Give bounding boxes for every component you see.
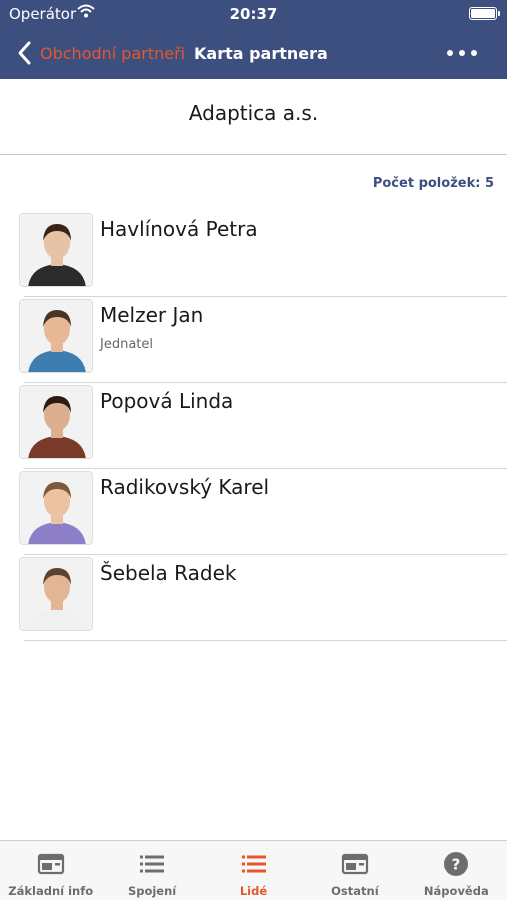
tab-5[interactable]: ? Nápověda xyxy=(406,841,507,900)
svg-text:?: ? xyxy=(452,856,461,874)
avatar xyxy=(19,385,93,459)
list-item[interactable]: Melzer Jan Jednatel xyxy=(0,297,507,383)
navigation-header: Operátor 20:37 Obchodní partneři Karta p… xyxy=(0,0,507,79)
card-icon xyxy=(37,853,65,875)
tab-bar: Základní info Spojení Lidé Ostatní? Nápověda xyxy=(0,840,507,900)
person-name: Havlínová Petra xyxy=(100,217,258,241)
avatar xyxy=(19,299,93,373)
person-role: Jednatel xyxy=(100,337,153,352)
tab-1[interactable]: Základní info xyxy=(0,841,101,900)
list-icon xyxy=(138,853,166,875)
list-item[interactable]: Popová Linda xyxy=(0,383,507,469)
company-name: Adaptica a.s. xyxy=(188,101,319,125)
battery-icon xyxy=(469,7,500,20)
avatar xyxy=(19,557,93,631)
people-list: Havlínová Petra Melzer Jan Jednatel Popová … xyxy=(0,211,507,641)
person-name: Šebela Radek xyxy=(100,561,237,585)
person-name: Melzer Jan xyxy=(100,303,204,327)
nav-bar: Obchodní partneři Karta partnera xyxy=(0,30,507,76)
tab-2[interactable]: Spojení xyxy=(101,841,202,900)
list-icon xyxy=(240,853,268,875)
list-item[interactable]: Radikovský Karel xyxy=(0,469,507,555)
tab-label: Lidé xyxy=(239,884,268,898)
status-bar: Operátor 20:37 xyxy=(0,0,507,28)
item-count: Počet položek: 5 xyxy=(372,176,494,191)
chevron-left-icon xyxy=(18,41,31,65)
tab-3[interactable]: Lidé xyxy=(203,841,304,900)
tab-label: Spojení xyxy=(127,884,177,898)
page-title: Karta partnera xyxy=(194,44,328,63)
more-options-icon[interactable] xyxy=(447,44,477,62)
divider xyxy=(24,640,507,641)
company-header: Adaptica a.s. xyxy=(0,79,507,155)
help-icon: ? xyxy=(442,852,470,876)
tab-label: Nápověda xyxy=(423,884,489,898)
avatar xyxy=(19,471,93,545)
list-item[interactable]: Šebela Radek xyxy=(0,555,507,641)
back-label: Obchodní partneři xyxy=(40,43,186,63)
tab-4[interactable]: Ostatní xyxy=(304,841,405,900)
card-icon xyxy=(341,853,369,875)
avatar xyxy=(19,213,93,287)
person-name: Popová Linda xyxy=(100,389,234,413)
list-item[interactable]: Havlínová Petra xyxy=(0,211,507,297)
status-time: 20:37 xyxy=(229,5,278,23)
tab-label: Základní info xyxy=(8,884,94,898)
tab-label: Ostatní xyxy=(331,884,379,898)
person-name: Radikovský Karel xyxy=(100,475,270,499)
back-button[interactable]: Obchodní partneři xyxy=(12,38,185,68)
